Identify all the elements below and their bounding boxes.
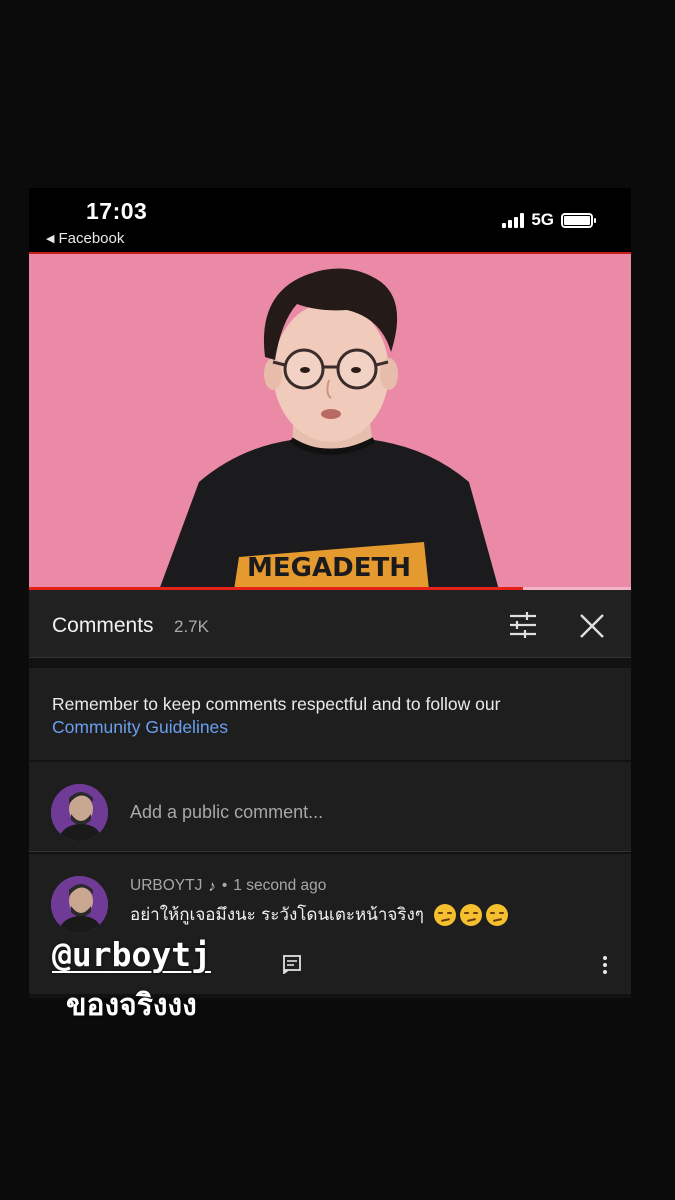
comments-header: Comments 2.7K bbox=[29, 590, 631, 658]
music-note-icon: ♪ bbox=[208, 877, 216, 895]
comments-title: Comments bbox=[52, 614, 154, 637]
more-options-icon[interactable] bbox=[595, 954, 615, 976]
comment-meta: URBOYTJ ♪ • 1 second ago bbox=[130, 877, 326, 895]
comment-author[interactable]: URBOYTJ bbox=[130, 877, 202, 895]
comment-text-row: อย่าให้กูเจอมึงนะ ระวังโดนเตะหน้าจริงๆ bbox=[130, 901, 508, 928]
smirking-face-emoji bbox=[459, 903, 482, 926]
story-caption: ของจริงงง bbox=[66, 988, 197, 1023]
guidelines-text: Remember to keep comments respectful and… bbox=[52, 694, 501, 714]
status-indicators: 5G bbox=[502, 210, 596, 230]
screenshot-frame: 17:03 ◀ Facebook 5G MEGADETH Comments 2.… bbox=[29, 188, 631, 998]
back-to-app-link[interactable]: ◀ Facebook bbox=[46, 230, 124, 247]
back-app-label: Facebook bbox=[58, 230, 125, 247]
community-guidelines-link[interactable]: Community Guidelines bbox=[52, 716, 612, 739]
close-icon[interactable] bbox=[576, 610, 608, 642]
community-guidelines-notice: Remember to keep comments respectful and… bbox=[29, 668, 631, 760]
status-bar: 17:03 ◀ Facebook 5G bbox=[29, 188, 631, 252]
comments-count: 2.7K bbox=[174, 617, 209, 636]
avatar bbox=[51, 784, 108, 841]
sort-sliders-icon[interactable] bbox=[507, 610, 539, 640]
video-frame-person: MEGADETH bbox=[159, 268, 499, 590]
reply-icon[interactable] bbox=[282, 954, 302, 974]
video-player[interactable]: MEGADETH bbox=[29, 252, 631, 590]
comment-time: 1 second ago bbox=[233, 877, 327, 894]
add-comment-input[interactable]: Add a public comment... bbox=[130, 802, 323, 823]
back-arrow-icon: ◀ bbox=[46, 233, 55, 245]
network-type: 5G bbox=[531, 210, 554, 229]
meta-separator: • bbox=[221, 877, 228, 894]
smirking-face-emoji bbox=[485, 903, 508, 926]
avatar[interactable] bbox=[51, 876, 108, 933]
smirking-face-emoji bbox=[433, 903, 456, 926]
signal-icon bbox=[502, 212, 525, 228]
battery-icon bbox=[561, 212, 596, 228]
comment-text: อย่าให้กูเจอมึงนะ ระวังโดนเตะหน้าจริงๆ bbox=[130, 905, 424, 925]
shirt-logo-text: MEGADETH bbox=[247, 553, 411, 583]
status-time: 17:03 bbox=[86, 198, 148, 224]
add-comment-row[interactable]: Add a public comment... bbox=[29, 762, 631, 852]
story-mention-handle[interactable]: @urboytj bbox=[52, 935, 211, 974]
emoji-group bbox=[433, 903, 508, 926]
